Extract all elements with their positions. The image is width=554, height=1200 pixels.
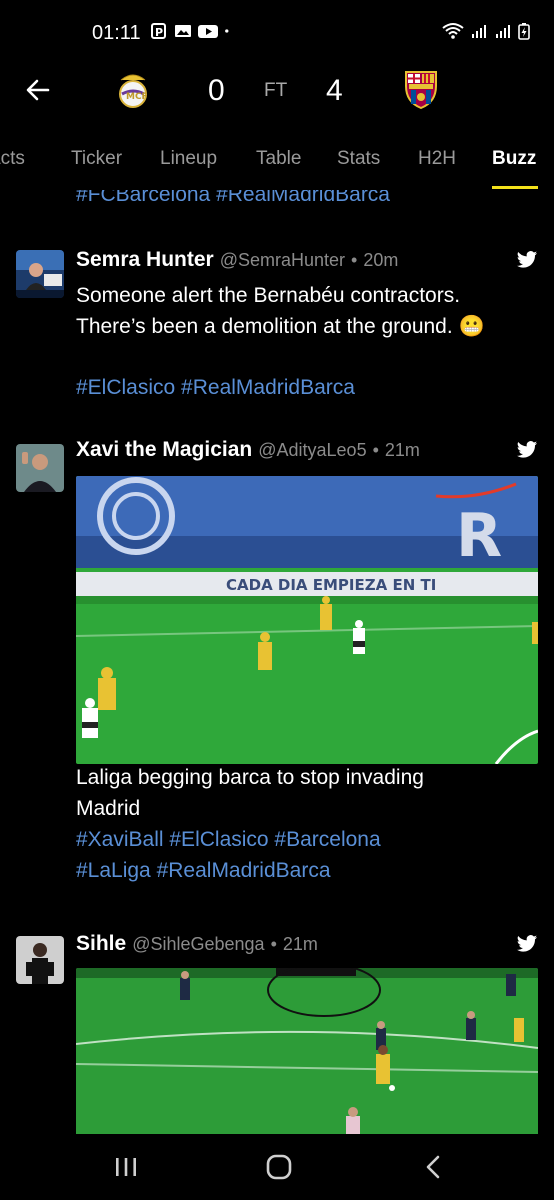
tweet-media-image[interactable] (76, 968, 538, 1134)
tweet-separator: • (351, 250, 358, 270)
hashtag-line[interactable]: #LaLiga #RealMadridBarca (76, 855, 546, 886)
tweet-separator: • (270, 934, 277, 954)
buzz-feed[interactable]: #FCBarcelona #RealMadridBarca Semra Hunt… (0, 190, 554, 1134)
status-time: 01:11 (92, 22, 141, 44)
tweet-time: 21m (282, 934, 318, 954)
tweet-header: Xavi the Magician @AdityaLeo5 • 21m (76, 438, 420, 464)
tweet-hashtags[interactable]: #XaviBall #ElClasico #Barcelona #LaLiga … (76, 824, 546, 886)
barcelona-crest[interactable] (403, 68, 439, 110)
tab-facts[interactable]: acts (0, 148, 25, 170)
previous-tweet-hashtags[interactable]: #FCBarcelona #RealMadridBarca (76, 190, 390, 207)
back-icon[interactable] (418, 1152, 450, 1182)
recent-apps-icon[interactable] (110, 1152, 142, 1182)
tweet-media-image[interactable]: R CADA DIA EMPIEZA EN TI (76, 476, 538, 764)
tab-h2h[interactable]: H2H (418, 148, 456, 170)
football-pitch-photo: R CADA DIA EMPIEZA EN TI (76, 476, 538, 764)
tweet-author-name[interactable]: Sihle (76, 932, 126, 956)
system-icons (442, 22, 530, 40)
tab-stats[interactable]: Stats (337, 148, 380, 170)
tweet-hashtags[interactable]: #ElClasico #RealMadridBarca (76, 372, 546, 403)
system-navigation-bar (0, 1134, 554, 1200)
match-header: MCF 0 FT 4 (0, 62, 554, 122)
tweet-text-line: Laliga begging barca to stop invading (76, 766, 424, 789)
tweet-author-name[interactable]: Semra Hunter (76, 248, 214, 272)
svg-text:R: R (456, 501, 502, 571)
tweet-text: Laliga begging barca to stop invading Ma… (76, 762, 546, 824)
tweet-author-handle[interactable]: @AdityaLeo5 (258, 440, 366, 461)
avatar-image (16, 250, 64, 298)
twitter-bird-icon[interactable] (516, 250, 538, 270)
notification-icons: P (150, 22, 234, 40)
tweet-text-line: Someone alert the Bernabéu contractors. (76, 284, 461, 307)
tweet-time: 21m (384, 440, 420, 460)
football-pitch-photo (76, 968, 538, 1134)
avatar[interactable] (16, 444, 64, 492)
svg-text:MCF: MCF (126, 92, 148, 102)
status-bar: 01:11 P (0, 0, 554, 62)
home-score: 0 (208, 74, 225, 107)
tweet-text-line: There’s been a demolition at the ground.… (76, 315, 485, 338)
signal-icon (496, 25, 510, 38)
tweet-header: Sihle @SihleGebenga • 21m (76, 932, 318, 958)
home-icon[interactable] (263, 1152, 295, 1182)
hashtag-line[interactable]: #XaviBall #ElClasico #Barcelona (76, 824, 546, 855)
gallery-icon (175, 25, 191, 37)
tweet-author-handle[interactable]: @SemraHunter (220, 250, 345, 271)
tweet-item[interactable]: Xavi the Magician @AdityaLeo5 • 21m R CA… (0, 438, 554, 908)
tweet-item[interactable]: Semra Hunter @SemraHunter • 20m Someone … (0, 248, 554, 408)
tab-table[interactable]: Table (256, 148, 301, 170)
tweet-text: Someone alert the Bernabéu contractors. … (76, 280, 546, 342)
match-tabs: acts Ticker Lineup Table Stats H2H Buzz (0, 130, 554, 190)
away-score: 4 (326, 74, 343, 107)
real-madrid-crest[interactable]: MCF (115, 68, 151, 110)
wifi-icon (442, 23, 464, 39)
tweet-separator: • (372, 440, 379, 460)
tab-lineup[interactable]: Lineup (160, 148, 217, 170)
signal-icon (472, 25, 486, 38)
back-arrow-icon[interactable] (22, 74, 54, 106)
svg-text:P: P (155, 26, 163, 39)
avatar-image (16, 936, 64, 984)
match-status: FT (264, 80, 288, 101)
tab-buzz[interactable]: Buzz (492, 148, 536, 170)
stadium-banner-text: CADA DIA EMPIEZA EN TI (226, 576, 436, 594)
tab-ticker[interactable]: Ticker (71, 148, 122, 170)
tweet-author-handle[interactable]: @SihleGebenga (132, 934, 264, 955)
tweet-header: Semra Hunter @SemraHunter • 20m (76, 248, 398, 274)
tweet-text-line: Madrid (76, 797, 141, 820)
parking-app-icon: P (151, 23, 166, 39)
twitter-bird-icon[interactable] (516, 440, 538, 460)
tweet-time: 20m (363, 250, 399, 270)
dot-icon (225, 29, 229, 33)
match-buzz-screen: 01:11 P MCF 0 FT 4 cts Ticker Lineup Tab… (0, 0, 554, 1200)
avatar[interactable] (16, 250, 64, 298)
tweet-author-name[interactable]: Xavi the Magician (76, 438, 252, 462)
active-tab-indicator (492, 186, 538, 189)
avatar[interactable] (16, 936, 64, 984)
tweet-item[interactable]: Sihle @SihleGebenga • 21m (0, 932, 554, 1134)
youtube-icon (198, 25, 218, 38)
twitter-bird-icon[interactable] (516, 934, 538, 954)
avatar-image (16, 444, 64, 492)
battery-charging-icon (518, 23, 530, 40)
